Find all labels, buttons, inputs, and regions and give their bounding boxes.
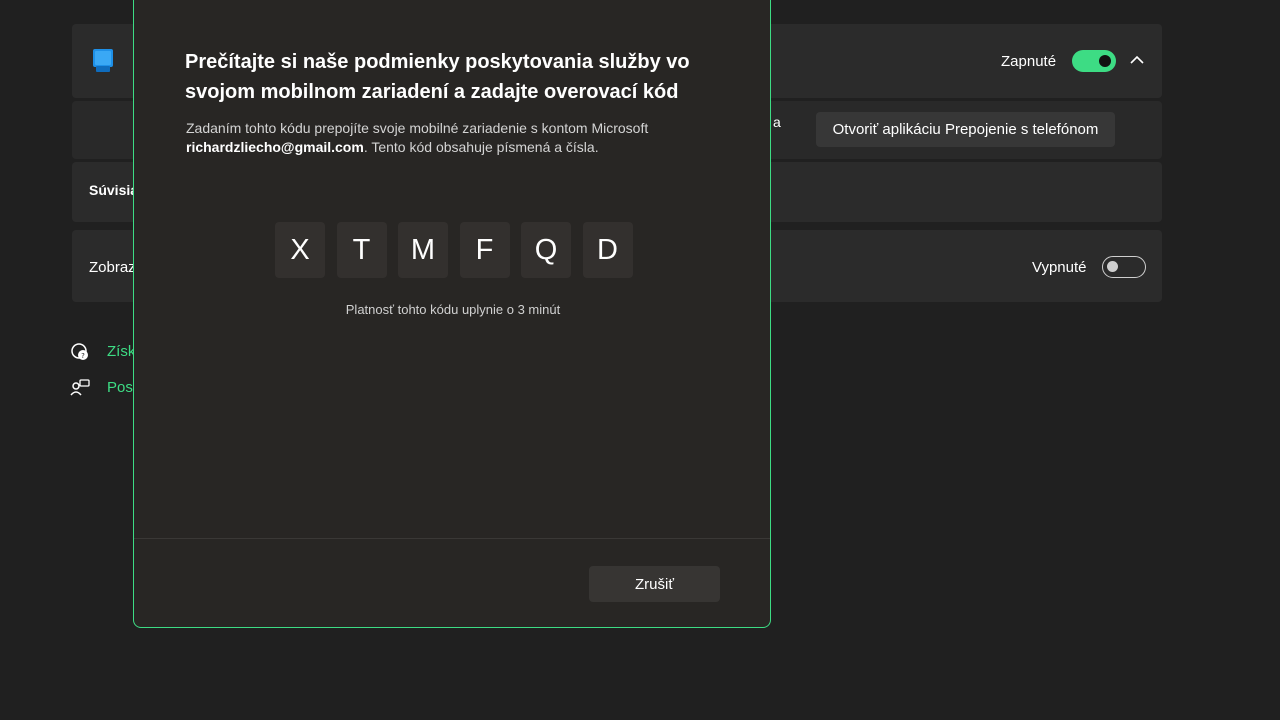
phone-link-app-icon — [93, 49, 113, 72]
code-expiry-text: Platnosť tohto kódu uplynie o 3 minút — [345, 302, 561, 317]
dialog-description: Zadaním tohto kódu prepojíte svoje mobil… — [186, 119, 726, 157]
help-icon: ? — [71, 343, 88, 360]
phone-link-toggle[interactable] — [1072, 50, 1116, 72]
account-email: richardzliecho@gmail.com — [186, 139, 364, 155]
dialog-title: Prečítajte si naše podmienky poskytovani… — [185, 51, 690, 103]
code-character: Q — [521, 222, 571, 278]
feedback-icon — [70, 379, 90, 396]
code-character: F — [459, 222, 510, 278]
verification-code: X T M F Q D — [275, 222, 633, 278]
toggle-knob — [1099, 55, 1111, 67]
get-help-link[interactable]: Získ — [107, 343, 135, 360]
show-setting-toggle[interactable] — [1102, 256, 1146, 278]
description-text-end: . Tento kód obsahuje písmená a čísla. — [363, 139, 599, 155]
verification-code-dialog: Prečítajte si naše podmienky poskytovani… — [133, 0, 771, 628]
toggle-knob — [1107, 261, 1118, 272]
svg-text:?: ? — [81, 352, 85, 360]
open-phone-link-button[interactable]: Otvoriť aplikáciu Prepojenie s telefónom — [816, 112, 1115, 147]
toggle-state-label: Vypnuté — [1032, 259, 1087, 276]
show-setting-label: Zobraz — [89, 259, 136, 276]
cancel-button[interactable]: Zrušiť — [589, 566, 720, 602]
code-character: M — [398, 222, 448, 278]
code-character: T — [336, 222, 387, 278]
dialog-footer-divider — [134, 538, 770, 539]
toggle-state-label: Zapnuté — [1001, 53, 1057, 70]
truncated-description-text: a — [773, 114, 781, 130]
code-character: D — [582, 222, 633, 278]
code-character: X — [275, 222, 325, 278]
description-text: Zadaním tohto kódu prepojíte svoje mobil… — [186, 120, 649, 136]
send-feedback-link[interactable]: Posl — [107, 379, 136, 396]
related-heading: Súvisia — [89, 182, 139, 198]
chevron-up-icon[interactable] — [1129, 52, 1145, 68]
